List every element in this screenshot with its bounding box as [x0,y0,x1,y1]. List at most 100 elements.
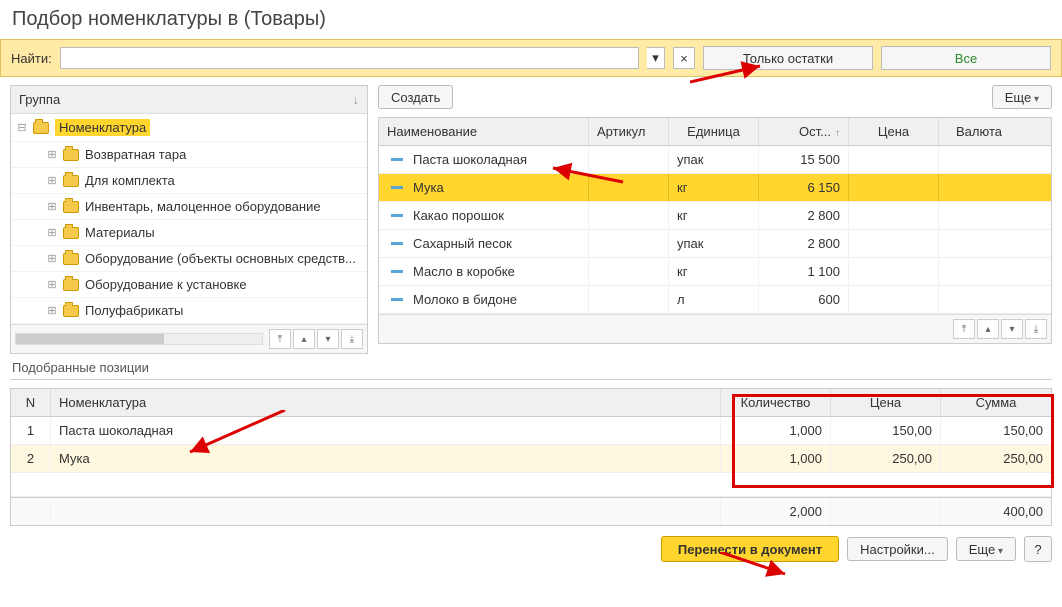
expand-icon[interactable]: ⊞ [47,148,57,161]
items-grid: Наименование Артикул Единица Ост...↑ Цен… [378,117,1052,344]
cell-stock: 15 500 [759,146,849,173]
expand-icon[interactable]: ⊞ [47,278,57,291]
grid-row[interactable]: Молоко в бидонел600 [379,286,1051,314]
cell-stock: 1 100 [759,258,849,285]
cell-currency [939,258,1019,285]
col-currency[interactable]: Валюта [939,118,1019,145]
cell-unit: упак [669,146,759,173]
grid-more-button[interactable]: Еще [992,85,1052,109]
search-clear[interactable]: × [673,47,695,69]
settings-button[interactable]: Настройки... [847,537,948,561]
col-stock[interactable]: Ост...↑ [759,118,849,145]
grid-row[interactable]: Сахарный песок упак2 800 [379,230,1051,258]
folder-icon [63,253,79,265]
cell-article [589,258,669,285]
grid-row[interactable]: Масло в коробкекг1 100 [379,258,1051,286]
grid-nav-up[interactable]: ▴ [977,319,999,339]
help-button[interactable]: ? [1024,536,1052,562]
bottom-more-button[interactable]: Еще [956,537,1016,561]
item-icon [391,298,403,301]
folder-icon [63,227,79,239]
cell-price [849,202,939,229]
cell-qty: 1,000 [721,417,831,444]
cell-price [849,146,939,173]
tree-nav-up[interactable]: ▴ [293,329,315,349]
folder-icon [63,305,79,317]
cell-currency [939,230,1019,257]
col-name[interactable]: Наименование [379,118,589,145]
tree-item[interactable]: ⊞Для комплекта [11,168,367,194]
sel-col-name[interactable]: Номенклатура [51,389,721,416]
tree-item[interactable]: ⊞ Полуфабрикаты [11,298,367,324]
tree-nav-down[interactable]: ▾ [317,329,339,349]
item-icon [391,186,403,189]
cell-unit: кг [669,258,759,285]
tree-item[interactable]: ⊞Возвратная тара [11,142,367,168]
selected-grid: N Номенклатура Количество Цена Сумма 1Па… [10,388,1052,526]
tree-nav-last[interactable]: ⤓ [341,329,363,349]
folder-icon [33,122,49,134]
sel-col-qty[interactable]: Количество [721,389,831,416]
selected-row[interactable]: 2Мука1,000250,00250,00 [11,445,1051,473]
cell-name: Мука [413,180,444,195]
page-title: Подбор номенклатуры в (Товары) [0,0,1062,39]
tree-header-sort-icon[interactable]: ↓ [353,92,360,107]
search-label: Найти: [11,51,52,66]
expand-icon[interactable]: ⊞ [47,226,57,239]
tree-item[interactable]: ⊞ Оборудование к установке [11,272,367,298]
item-icon [391,270,403,273]
cell-article [589,174,669,201]
tree-hscroll[interactable] [15,333,263,345]
col-price[interactable]: Цена [849,118,939,145]
tree-item-root[interactable]: ⊟ Номенклатура [11,114,367,142]
cell-unit: л [669,286,759,313]
grid-nav-first[interactable]: ⤒ [953,319,975,339]
total-sum: 400,00 [941,498,1051,525]
selected-row[interactable]: 1Паста шоколадная1,000150,00150,00 [11,417,1051,445]
sel-col-n[interactable]: N [11,389,51,416]
col-unit[interactable]: Единица [669,118,759,145]
create-button[interactable]: Создать [378,85,453,109]
tree-label: Полуфабрикаты [85,303,183,318]
expand-icon[interactable]: ⊞ [47,304,57,317]
grid-row[interactable]: Мукакг6 150 [379,174,1051,202]
item-icon [391,214,403,217]
cell-price [849,258,939,285]
cell-price [849,174,939,201]
item-icon [391,242,403,245]
tree-nav-first[interactable]: ⤒ [269,329,291,349]
folder-icon [63,149,79,161]
sort-asc-icon: ↑ [835,128,840,139]
tree-label: Материалы [85,225,155,240]
filter-all[interactable]: Все [881,46,1051,70]
tree-item[interactable]: ⊞Оборудование (объекты основных средств.… [11,246,367,272]
cell-unit: упак [669,230,759,257]
grid-row[interactable]: Какао порошоккг2 800 [379,202,1051,230]
grid-nav-down[interactable]: ▾ [1001,319,1023,339]
search-dropdown[interactable]: ▾ [647,47,665,69]
sel-col-sum[interactable]: Сумма [941,389,1051,416]
cell-currency [939,174,1019,201]
expand-icon[interactable]: ⊞ [47,252,57,265]
tree-label: Оборудование к установке [85,277,247,292]
sel-col-price[interactable]: Цена [831,389,941,416]
col-article[interactable]: Артикул [589,118,669,145]
filter-stock-only[interactable]: Только остатки [703,46,873,70]
cell-name: Паста шоколадная [413,152,527,167]
grid-row[interactable]: Паста шоколадная упак15 500 [379,146,1051,174]
cell-stock: 2 800 [759,230,849,257]
tree-label: Номенклатура [55,119,150,136]
cell-name: Сахарный песок [413,236,512,251]
search-input[interactable] [60,47,639,69]
expand-icon[interactable]: ⊞ [47,174,57,187]
expand-icon[interactable]: ⊞ [47,200,57,213]
transfer-button[interactable]: Перенести в документ [661,536,839,562]
collapse-icon[interactable]: ⊟ [17,121,27,134]
grid-nav-last[interactable]: ⤓ [1025,319,1047,339]
cell-stock: 6 150 [759,174,849,201]
cell-price: 150,00 [831,417,941,444]
cell-qty: 1,000 [721,445,831,472]
tree-item[interactable]: ⊞ Материалы [11,220,367,246]
cell-name: Молоко в бидоне [413,292,517,307]
tree-item[interactable]: ⊞Инвентарь, малоценное оборудование [11,194,367,220]
